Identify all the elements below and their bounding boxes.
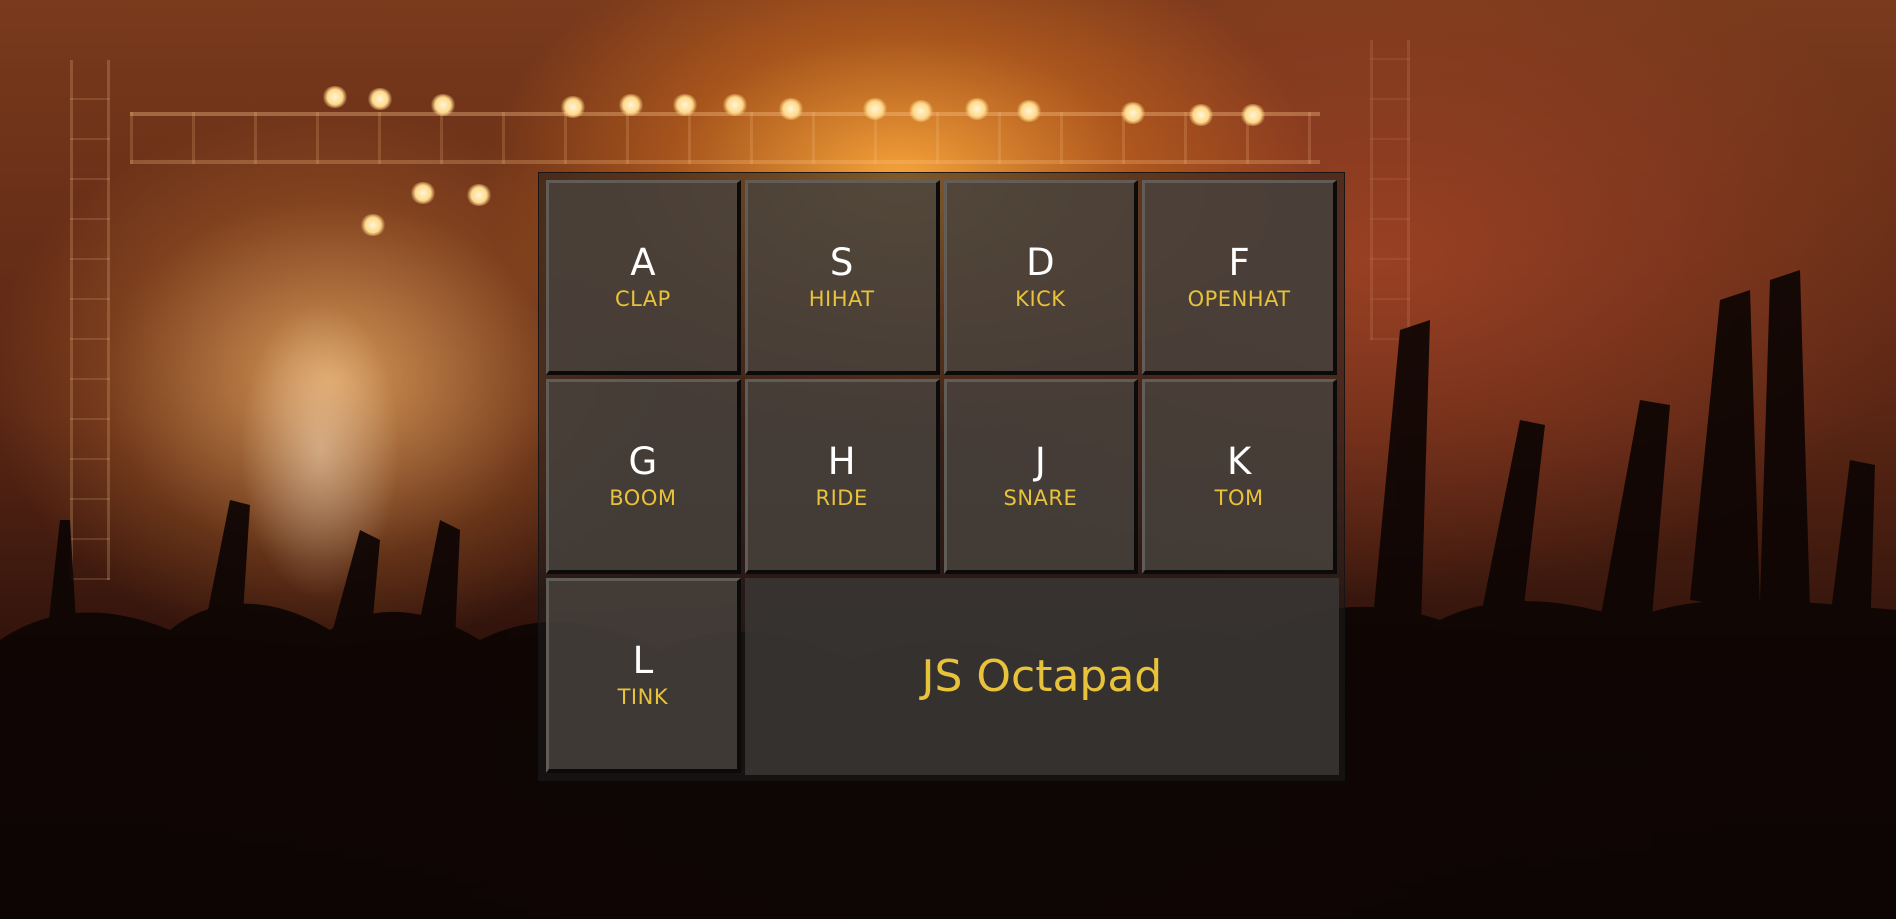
- pad-sound-label: RIDE: [815, 485, 868, 510]
- octapad-panel: A CLAP S HIHAT D KICK F OPENHAT G BOOM H…: [538, 172, 1345, 781]
- pad-a-clap[interactable]: A CLAP: [546, 180, 741, 375]
- pad-k-tom[interactable]: K TOM: [1142, 379, 1337, 574]
- pad-key-label: J: [1034, 439, 1046, 483]
- pad-sound-label: BOOM: [609, 485, 677, 510]
- pad-l-tink[interactable]: L TINK: [546, 578, 741, 773]
- pad-sound-label: TOM: [1214, 485, 1264, 510]
- pad-g-boom[interactable]: G BOOM: [546, 379, 741, 574]
- app-title: JS Octapad: [921, 651, 1163, 702]
- pad-key-label: F: [1228, 240, 1250, 284]
- pad-sound-label: KICK: [1015, 286, 1066, 311]
- pad-key-label: L: [632, 638, 654, 682]
- pad-key-label: S: [829, 240, 854, 284]
- pad-j-snare[interactable]: J SNARE: [943, 379, 1139, 574]
- app-title-panel: JS Octapad: [744, 578, 1339, 775]
- pad-d-kick[interactable]: D KICK: [943, 180, 1139, 375]
- pad-key-label: A: [630, 240, 656, 284]
- pad-sound-label: OPENHAT: [1187, 286, 1291, 311]
- pad-key-label: G: [628, 439, 658, 483]
- pad-key-label: H: [827, 439, 856, 483]
- pad-sound-label: CLAP: [614, 286, 671, 311]
- pad-key-label: D: [1026, 240, 1055, 284]
- pad-sound-label: SNARE: [1003, 485, 1078, 510]
- pad-h-ride[interactable]: H RIDE: [744, 379, 940, 574]
- pad-sound-label: TINK: [617, 684, 669, 709]
- pad-f-openhat[interactable]: F OPENHAT: [1142, 180, 1337, 375]
- pad-s-hihat[interactable]: S HIHAT: [744, 180, 940, 375]
- pad-key-label: K: [1226, 439, 1252, 483]
- pad-sound-label: HIHAT: [808, 286, 875, 311]
